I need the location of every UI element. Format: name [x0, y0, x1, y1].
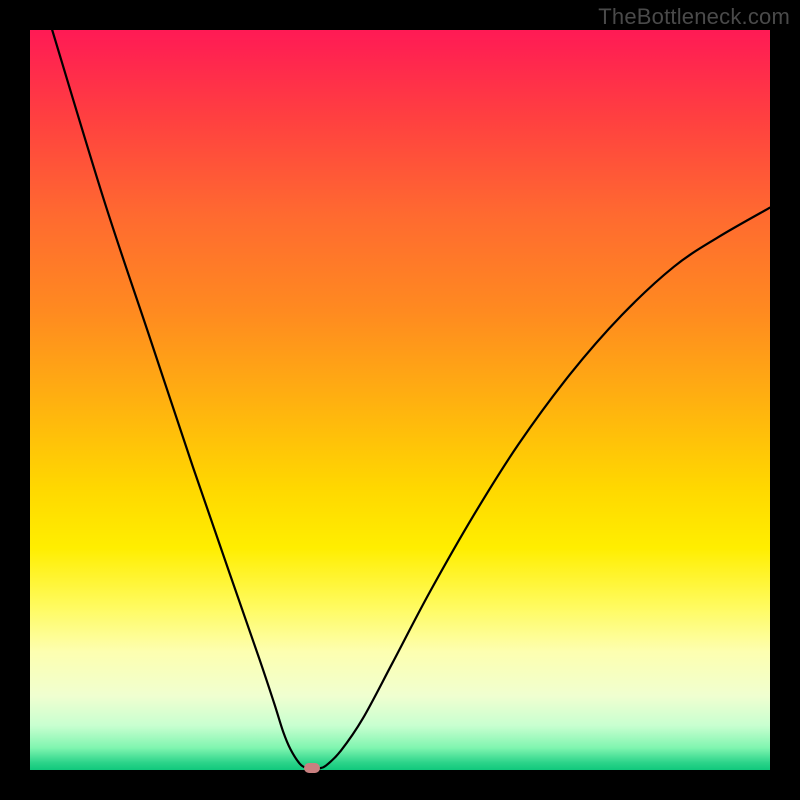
chart-frame: TheBottleneck.com	[0, 0, 800, 800]
curve-svg	[30, 30, 770, 770]
optimal-point-marker	[304, 763, 320, 773]
bottleneck-curve-path	[52, 30, 770, 770]
plot-area	[30, 30, 770, 770]
watermark-text: TheBottleneck.com	[598, 4, 790, 30]
